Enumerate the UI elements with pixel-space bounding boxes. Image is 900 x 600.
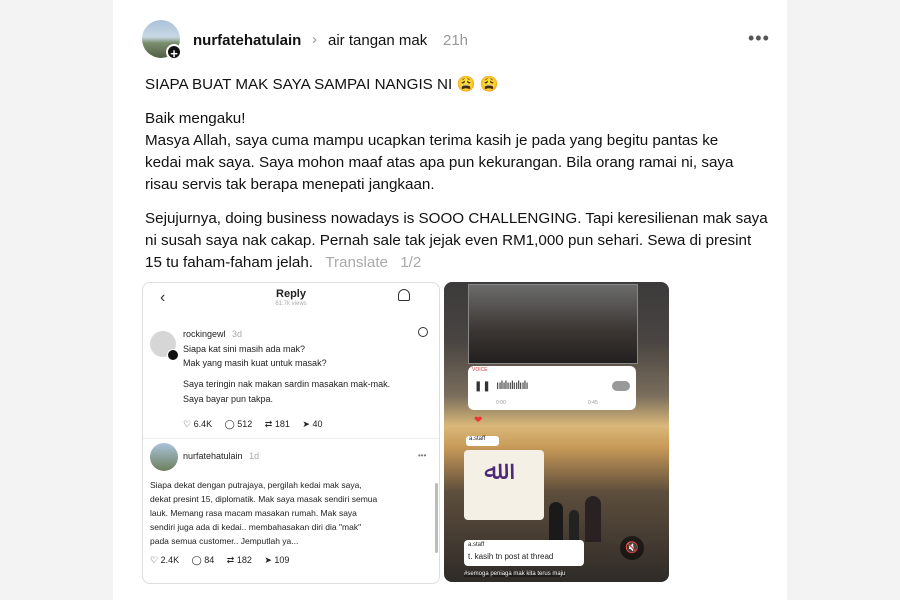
headline-text: SIAPA BUAT MAK SAYA SAMPAI NANGIS NI xyxy=(145,76,453,93)
more-options-icon[interactable]: ••• xyxy=(748,28,770,49)
op-line: Siapa dekat dengan putrajaya, pergilah k… xyxy=(150,480,362,490)
post-paragraph-2: Sejujurnya, doing business nowadays is S… xyxy=(145,208,785,274)
likes-count: 2.4K xyxy=(160,555,180,565)
reply-line: Siapa kat sini masih ada mak? xyxy=(183,344,306,354)
shares-count: 40 xyxy=(312,419,323,429)
message-text: t. kasih tn post at thread xyxy=(468,552,554,561)
speed-toggle xyxy=(612,381,630,391)
shares-count: 109 xyxy=(274,555,290,565)
share-icon: ➤ xyxy=(302,419,310,429)
op-line: sendiri juga ada di kedai.. membahasakan… xyxy=(150,522,362,532)
scrollbar xyxy=(435,483,438,553)
screen-title: Reply xyxy=(276,288,306,300)
person-silhouette xyxy=(549,502,563,542)
bell-icon xyxy=(398,289,410,301)
reposts-count: 181 xyxy=(274,419,290,429)
attached-image-1[interactable]: ‹ Reply 61.7k views rockingewl 3d Siapa … xyxy=(142,282,440,584)
photo-thumbnail xyxy=(468,284,638,364)
person-silhouette xyxy=(585,496,601,542)
page-indicator: 1/2 xyxy=(400,254,422,271)
message-user: a.staff xyxy=(468,542,485,548)
text-line: Baik mengaku! xyxy=(145,110,246,127)
attached-image-2[interactable]: VOICE ❚❚ ıılılıılıılıılı 0:00 0:45 ❤ a.s… xyxy=(444,282,669,582)
comment-icon: ◯ xyxy=(224,419,235,429)
community-name[interactable]: air tangan mak xyxy=(328,32,427,49)
message-user: a.staff xyxy=(466,436,499,446)
reply-username: rockingewl xyxy=(183,329,226,339)
reply-line: Saya bayar pun takpa. xyxy=(183,394,274,404)
avatar xyxy=(150,443,178,471)
heart-icon: ♡ xyxy=(150,555,159,565)
reply-stats: ♡ 6.4K ◯ 512 ⇄ 181 ➤ 40 xyxy=(183,419,322,430)
people-photo xyxy=(539,482,619,542)
headline-emoji: 😩 😩 xyxy=(456,76,499,93)
mute-icon[interactable]: 🔇 xyxy=(620,536,644,560)
follow-plus-icon xyxy=(167,349,179,361)
person-silhouette xyxy=(569,510,579,542)
text-line: 15 tu faham-faham jelah. Translate 1/2 xyxy=(145,252,785,274)
repost-icon: ⇄ xyxy=(226,555,235,565)
audio-start-time: 0:00 xyxy=(496,400,506,406)
text-line: risau servis tak berapa menepati jangkaa… xyxy=(145,176,435,193)
share-icon: ➤ xyxy=(264,555,272,565)
audio-end-time: 0:45 xyxy=(588,400,598,406)
heart-reaction-icon: ❤ xyxy=(474,415,483,426)
op-time: 1d xyxy=(249,451,260,461)
waveform: ıılılıılıılıılı xyxy=(496,378,529,392)
text-line: kedai mak saya. Saya mohon maaf atas apa… xyxy=(145,154,734,171)
post-time: 21h xyxy=(443,32,469,49)
heart-icon: ♡ xyxy=(183,419,192,429)
reply-user-line: rockingewl 3d xyxy=(183,329,242,339)
post-paragraph-1: Baik mengaku! Masya Allah, saya cuma mam… xyxy=(145,108,785,196)
repost-icon: ⇄ xyxy=(264,419,273,429)
more-options-icon: ••• xyxy=(418,451,427,460)
likes-count: 6.4K xyxy=(193,419,213,429)
alhamdulillah-sticker: ﷲ xyxy=(464,450,544,520)
translate-link[interactable]: Translate xyxy=(325,254,388,271)
reply-line: Mak yang masih kuat untuk masak? xyxy=(183,358,327,368)
op-line: pada semua customer.. Jemputlah ya... xyxy=(150,536,299,546)
op-username: nurfatehatulain xyxy=(183,451,243,461)
comment-icon: ◯ xyxy=(191,555,202,565)
text-line: ni susah saya nak cakap. Pernah sale tak… xyxy=(145,232,752,249)
text-line: Sejujurnya, doing business nowadays is S… xyxy=(145,210,768,227)
reposts-count: 182 xyxy=(236,555,252,565)
text-line-end: 15 tu faham-faham jelah. xyxy=(145,254,314,271)
reply-time: 3d xyxy=(232,329,243,339)
op-user-line: nurfatehatulain 1d xyxy=(183,451,259,461)
text-line: Masya Allah, saya cuma mampu ucapkan ter… xyxy=(145,132,719,149)
username[interactable]: nurfatehatulain xyxy=(193,32,301,49)
divider xyxy=(143,438,439,439)
reply-line: Saya teringin nak makan sardin masakan m… xyxy=(183,379,391,389)
calligraphy-image: ﷲ xyxy=(484,456,500,486)
views-count: 61.7k views xyxy=(275,301,307,307)
op-line: dekat presint 15, diplomatik. Mak saya m… xyxy=(150,494,378,504)
op-stats: ♡ 2.4K ◯ 84 ⇄ 182 ➤ 109 xyxy=(150,555,289,566)
voice-message-bubble: VOICE ❚❚ ıılılıılıılıılı 0:00 0:45 xyxy=(468,366,636,410)
pause-icon: ❚❚ xyxy=(474,381,491,392)
op-line: lauk. Memang rasa macam masakan rumah. M… xyxy=(150,508,357,518)
comments-count: 84 xyxy=(204,555,215,565)
follow-plus-icon[interactable]: + xyxy=(166,44,182,61)
voice-label: VOICE xyxy=(472,367,488,373)
message-bubble: a.staff t. kasih tn post at thread xyxy=(464,540,584,566)
caption-text: #semoga peniaga mak kita terus maju xyxy=(464,571,566,577)
threads-icon xyxy=(418,327,428,337)
comments-count: 512 xyxy=(237,419,253,429)
chevron-right-icon: › xyxy=(312,31,317,48)
post-headline: SIAPA BUAT MAK SAYA SAMPAI NANGIS NI 😩 😩 xyxy=(145,74,785,96)
